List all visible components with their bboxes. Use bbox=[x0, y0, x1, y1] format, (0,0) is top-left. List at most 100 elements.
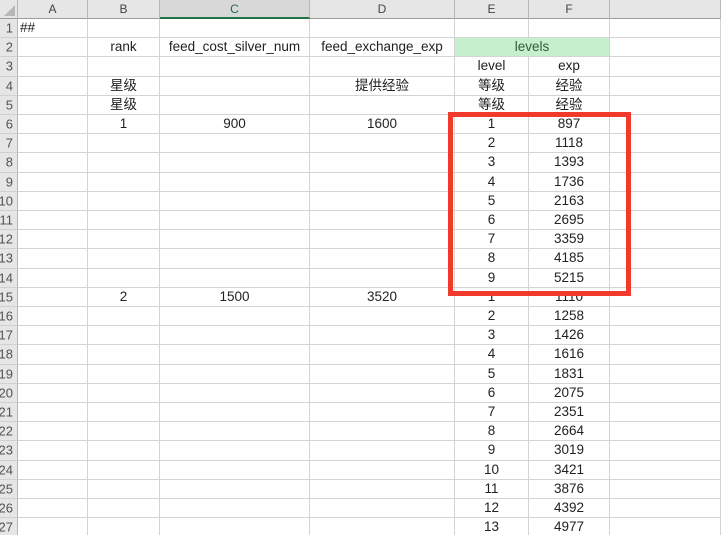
cell-A26-empty[interactable] bbox=[18, 499, 88, 518]
cell-F20[interactable]: 2075 bbox=[529, 384, 610, 403]
row-header-24[interactable]: 24 bbox=[0, 461, 18, 480]
cell-C17-empty[interactable] bbox=[160, 326, 310, 345]
cell-G14-empty[interactable] bbox=[610, 269, 721, 288]
cell-E25[interactable]: 11 bbox=[455, 480, 529, 499]
cell-B7-empty[interactable] bbox=[88, 134, 160, 153]
cell-G1-empty[interactable] bbox=[610, 19, 721, 38]
cell-G26-empty[interactable] bbox=[610, 499, 721, 518]
cell-D1-empty[interactable] bbox=[310, 19, 455, 38]
row-header-3[interactable]: 3 bbox=[0, 57, 18, 76]
column-header-E[interactable]: E bbox=[455, 0, 529, 19]
cell-D4[interactable]: 提供经验 bbox=[310, 77, 455, 96]
cell-F27[interactable]: 4977 bbox=[529, 518, 610, 535]
row-header-1[interactable]: 1 bbox=[0, 19, 18, 38]
row-header-6[interactable]: 6 bbox=[0, 115, 18, 134]
cell-F3[interactable]: exp bbox=[529, 57, 610, 76]
cell-A19-empty[interactable] bbox=[18, 365, 88, 384]
cell-G4-empty[interactable] bbox=[610, 77, 721, 96]
cell-A2-empty[interactable] bbox=[18, 38, 88, 57]
cell-E6[interactable]: 1 bbox=[455, 115, 529, 134]
cell-B17-empty[interactable] bbox=[88, 326, 160, 345]
cell-B27-empty[interactable] bbox=[88, 518, 160, 535]
cell-C18-empty[interactable] bbox=[160, 345, 310, 364]
row-header-15[interactable]: 15 bbox=[0, 288, 18, 307]
cell-C21-empty[interactable] bbox=[160, 403, 310, 422]
cell-E11[interactable]: 6 bbox=[455, 211, 529, 230]
cell-E14[interactable]: 9 bbox=[455, 269, 529, 288]
cell-A12-empty[interactable] bbox=[18, 230, 88, 249]
cell-B19-empty[interactable] bbox=[88, 365, 160, 384]
cell-A1[interactable]: ## bbox=[18, 19, 88, 38]
cell-D11-empty[interactable] bbox=[310, 211, 455, 230]
row-header-20[interactable]: 20 bbox=[0, 384, 18, 403]
cell-B8-empty[interactable] bbox=[88, 153, 160, 172]
cell-A10-empty[interactable] bbox=[18, 192, 88, 211]
cell-E19[interactable]: 5 bbox=[455, 365, 529, 384]
cell-E21[interactable]: 7 bbox=[455, 403, 529, 422]
cell-F16[interactable]: 1258 bbox=[529, 307, 610, 326]
cell-B4[interactable]: 星级 bbox=[88, 77, 160, 96]
cell-F1-empty[interactable] bbox=[529, 19, 610, 38]
cell-E24[interactable]: 10 bbox=[455, 461, 529, 480]
cell-G27-empty[interactable] bbox=[610, 518, 721, 535]
cell-E2[interactable]: levels bbox=[455, 38, 610, 57]
cell-E3[interactable]: level bbox=[455, 57, 529, 76]
row-header-2[interactable]: 2 bbox=[0, 38, 18, 57]
row-header-19[interactable]: 19 bbox=[0, 365, 18, 384]
cell-C10-empty[interactable] bbox=[160, 192, 310, 211]
cell-F5[interactable]: 经验 bbox=[529, 96, 610, 115]
cell-F26[interactable]: 4392 bbox=[529, 499, 610, 518]
cell-G24-empty[interactable] bbox=[610, 461, 721, 480]
row-header-12[interactable]: 12 bbox=[0, 230, 18, 249]
cell-G15-empty[interactable] bbox=[610, 288, 721, 307]
cell-B5[interactable]: 星级 bbox=[88, 96, 160, 115]
cell-G23-empty[interactable] bbox=[610, 441, 721, 460]
row-header-5[interactable]: 5 bbox=[0, 96, 18, 115]
cell-C16-empty[interactable] bbox=[160, 307, 310, 326]
cell-F7[interactable]: 1118 bbox=[529, 134, 610, 153]
cell-A11-empty[interactable] bbox=[18, 211, 88, 230]
cell-E27[interactable]: 13 bbox=[455, 518, 529, 535]
cell-D14-empty[interactable] bbox=[310, 269, 455, 288]
cell-F8[interactable]: 1393 bbox=[529, 153, 610, 172]
cell-D17-empty[interactable] bbox=[310, 326, 455, 345]
cell-C27-empty[interactable] bbox=[160, 518, 310, 535]
cell-F13[interactable]: 4185 bbox=[529, 249, 610, 268]
cell-B6[interactable]: 1 bbox=[88, 115, 160, 134]
cell-F11[interactable]: 2695 bbox=[529, 211, 610, 230]
cell-A22-empty[interactable] bbox=[18, 422, 88, 441]
cell-D12-empty[interactable] bbox=[310, 230, 455, 249]
cell-G6-empty[interactable] bbox=[610, 115, 721, 134]
cell-C24-empty[interactable] bbox=[160, 461, 310, 480]
cell-F14[interactable]: 5215 bbox=[529, 269, 610, 288]
row-header-13[interactable]: 13 bbox=[0, 249, 18, 268]
cell-G8-empty[interactable] bbox=[610, 153, 721, 172]
cell-E18[interactable]: 4 bbox=[455, 345, 529, 364]
column-header-B[interactable]: B bbox=[88, 0, 160, 19]
cell-F6[interactable]: 897 bbox=[529, 115, 610, 134]
cell-C6[interactable]: 900 bbox=[160, 115, 310, 134]
cell-D10-empty[interactable] bbox=[310, 192, 455, 211]
cell-E5[interactable]: 等级 bbox=[455, 96, 529, 115]
cell-C11-empty[interactable] bbox=[160, 211, 310, 230]
cell-C2[interactable]: feed_cost_silver_num bbox=[160, 38, 310, 57]
select-all-corner[interactable] bbox=[0, 0, 18, 19]
cell-B13-empty[interactable] bbox=[88, 249, 160, 268]
cell-D2[interactable]: feed_exchange_exp bbox=[310, 38, 455, 57]
row-header-11[interactable]: 11 bbox=[0, 211, 18, 230]
cell-A5-empty[interactable] bbox=[18, 96, 88, 115]
cell-F9[interactable]: 1736 bbox=[529, 173, 610, 192]
row-header-25[interactable]: 25 bbox=[0, 480, 18, 499]
cell-G10-empty[interactable] bbox=[610, 192, 721, 211]
cell-B14-empty[interactable] bbox=[88, 269, 160, 288]
cell-D8-empty[interactable] bbox=[310, 153, 455, 172]
cell-A21-empty[interactable] bbox=[18, 403, 88, 422]
cell-G2-empty[interactable] bbox=[610, 38, 721, 57]
cell-D5-empty[interactable] bbox=[310, 96, 455, 115]
cell-F25[interactable]: 3876 bbox=[529, 480, 610, 499]
cell-D6[interactable]: 1600 bbox=[310, 115, 455, 134]
cell-D9-empty[interactable] bbox=[310, 173, 455, 192]
row-header-18[interactable]: 18 bbox=[0, 345, 18, 364]
cell-C15[interactable]: 1500 bbox=[160, 288, 310, 307]
cell-B23-empty[interactable] bbox=[88, 441, 160, 460]
